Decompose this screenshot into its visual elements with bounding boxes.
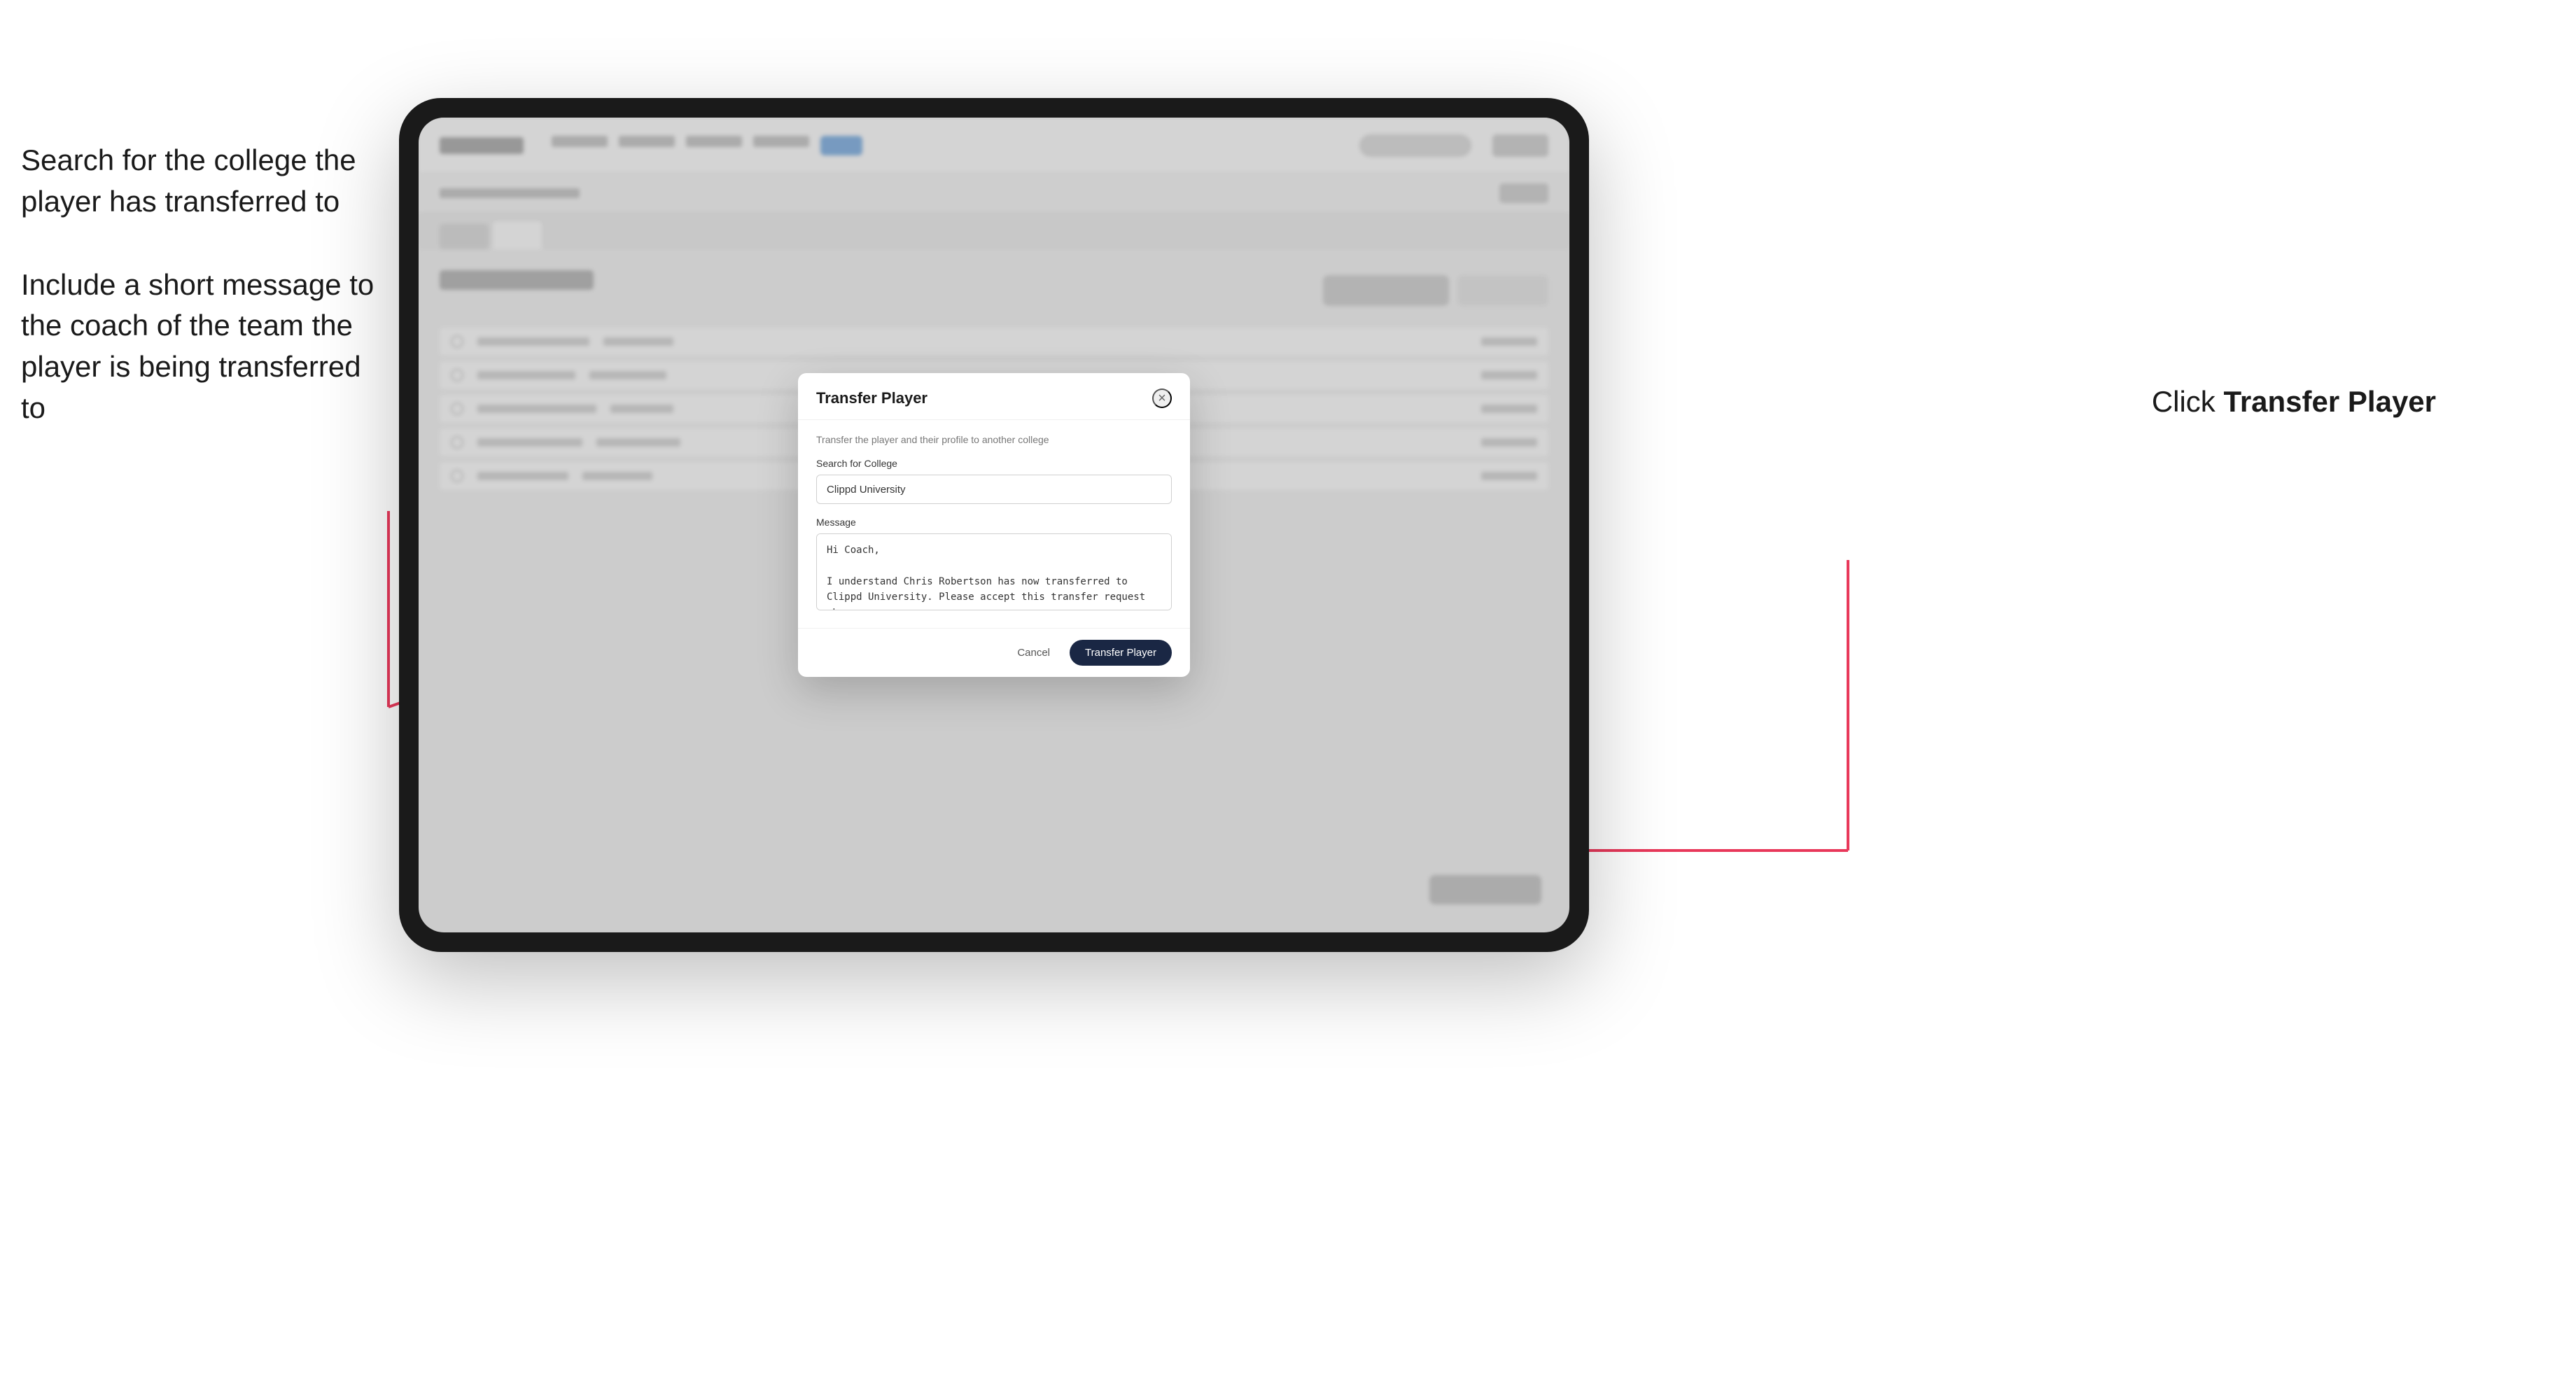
dialog-subtitle: Transfer the player and their profile to…: [816, 434, 1172, 445]
college-search-input[interactable]: [816, 475, 1172, 504]
transfer-player-button[interactable]: Transfer Player: [1070, 640, 1172, 666]
dialog-overlay: Transfer Player × Transfer the player an…: [419, 118, 1569, 932]
annotation-text-1: Search for the college the player has tr…: [21, 140, 385, 223]
college-label: Search for College: [816, 458, 1172, 469]
tablet-screen: Transfer Player × Transfer the player an…: [419, 118, 1569, 932]
annotation-right-prefix: Click: [2152, 385, 2224, 418]
left-annotations: Search for the college the player has tr…: [21, 140, 385, 471]
right-annotation: Click Transfer Player: [2152, 385, 2436, 419]
dialog-header: Transfer Player ×: [798, 373, 1190, 420]
tablet-frame: Transfer Player × Transfer the player an…: [399, 98, 1589, 952]
message-textarea[interactable]: Hi Coach, I understand Chris Robertson h…: [816, 533, 1172, 610]
transfer-player-dialog: Transfer Player × Transfer the player an…: [798, 373, 1190, 677]
cancel-button[interactable]: Cancel: [1007, 641, 1060, 664]
dialog-title: Transfer Player: [816, 389, 927, 407]
dialog-body: Transfer the player and their profile to…: [798, 420, 1190, 628]
dialog-close-button[interactable]: ×: [1152, 388, 1172, 408]
annotation-right-bold: Transfer Player: [2223, 385, 2436, 418]
dialog-footer: Cancel Transfer Player: [798, 628, 1190, 677]
message-label: Message: [816, 517, 1172, 528]
annotation-text-2: Include a short message to the coach of …: [21, 265, 385, 429]
